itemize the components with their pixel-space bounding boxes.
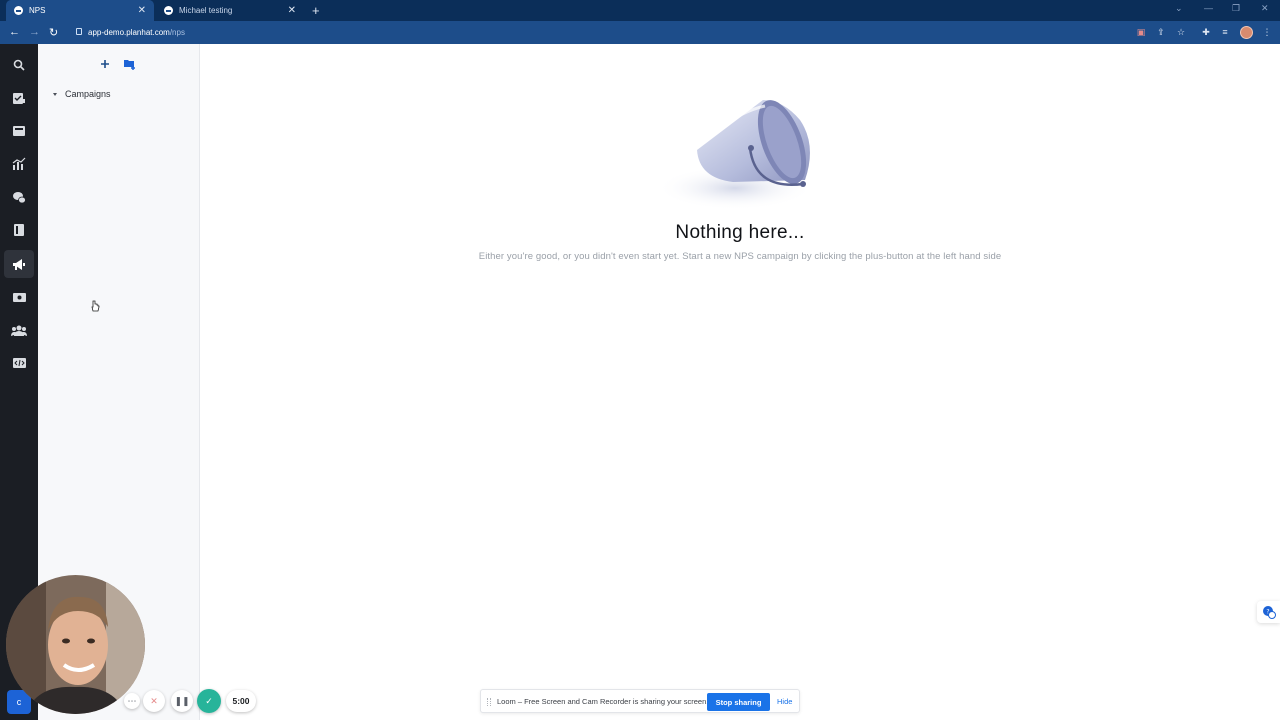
dev-icon[interactable] (11, 355, 27, 371)
share-icon[interactable]: ⇪ (1156, 27, 1166, 37)
close-tab-icon[interactable]: ✕ (138, 5, 146, 16)
browser-tab-nps[interactable]: NPS ✕ (6, 0, 154, 21)
inbox-icon[interactable] (11, 123, 27, 139)
webcam-bubble[interactable] (6, 575, 145, 714)
url-host: app-demo.planhat.com (88, 28, 170, 37)
profile-avatar[interactable] (1240, 26, 1253, 39)
add-campaign-button[interactable] (97, 56, 113, 72)
nps-megaphone-icon[interactable] (4, 250, 34, 278)
hide-button[interactable]: Hide (777, 697, 792, 706)
search-icon[interactable] (11, 57, 27, 73)
new-tab-icon[interactable]: + (312, 3, 320, 18)
loom-finish-button[interactable]: ✓ (197, 689, 221, 713)
browser-toolbar: ← → ↻ app-demo.planhat.com/nps ▣ ⇪ ☆ ✚ ≡… (0, 21, 1280, 44)
users-icon[interactable] (11, 322, 27, 338)
extensions-puzzle-icon[interactable]: ✚ (1201, 27, 1211, 37)
empty-state-title: Nothing here... (675, 222, 805, 243)
reading-list-icon[interactable]: ≡ (1220, 27, 1230, 37)
add-folder-button[interactable] (122, 56, 138, 72)
revenue-icon[interactable] (11, 289, 27, 305)
tab-search-icon[interactable]: ⌄ (1175, 3, 1183, 14)
screen-sharing-bar: Loom – Free Screen and Cam Recorder is s… (480, 689, 800, 713)
reload-icon[interactable]: ↻ (49, 26, 58, 39)
tab-title: NPS (29, 6, 46, 15)
caret-down-icon[interactable] (53, 92, 57, 96)
lock-icon[interactable] (76, 28, 82, 35)
hand-cursor-icon (90, 300, 100, 318)
analytics-icon[interactable] (11, 156, 27, 172)
browser-menu-icon[interactable]: ⋮ (1262, 27, 1272, 37)
conversations-icon[interactable] (11, 189, 27, 205)
address-bar[interactable]: app-demo.planhat.com/nps (88, 28, 185, 37)
sharing-notice: Loom – Free Screen and Cam Recorder is s… (497, 697, 709, 706)
campaigns-label: Campaigns (65, 89, 111, 99)
url-path: /nps (169, 28, 185, 37)
library-icon[interactable] (11, 222, 27, 238)
bookmark-star-icon[interactable]: ☆ (1176, 27, 1186, 37)
campaigns-folder[interactable]: Campaigns (53, 89, 111, 99)
main-content: Nothing here... Either you're good, or y… (200, 44, 1280, 720)
empty-bucket-illustration (655, 90, 830, 220)
help-chat-icon: ? (1262, 606, 1276, 619)
extension-icon[interactable]: ▣ (1136, 27, 1146, 37)
loom-more-button[interactable]: ⋯ (124, 693, 140, 709)
loom-pause-button[interactable]: ❚❚ (171, 690, 193, 712)
drag-handle-icon[interactable] (487, 698, 491, 706)
tab-title: Michael testing (179, 6, 233, 15)
forward-icon[interactable]: → (29, 26, 40, 38)
loom-timer: 5:00 (226, 690, 256, 712)
chat-launcher-label: c (16, 697, 22, 707)
help-chat-button[interactable]: ? (1257, 601, 1280, 623)
tasks-icon[interactable] (11, 90, 27, 106)
planhat-favicon-icon (14, 6, 23, 15)
loom-cancel-button[interactable]: ✕ (143, 690, 165, 712)
screen: NPS ✕ Michael testing ✕ + ⌄ — ❐ ✕ ← → ↻ … (0, 0, 1280, 720)
window-close-icon[interactable]: ✕ (1261, 3, 1269, 14)
svg-text:?: ? (1266, 609, 1269, 616)
close-tab-icon[interactable]: ✕ (288, 5, 296, 16)
restore-icon[interactable]: ❐ (1232, 3, 1240, 14)
minimize-icon[interactable]: — (1204, 3, 1213, 13)
planhat-favicon-icon (164, 6, 173, 15)
back-icon[interactable]: ← (9, 26, 20, 38)
empty-state-subtitle: Either you're good, or you didn't even s… (478, 251, 1002, 262)
browser-tabstrip: NPS ✕ Michael testing ✕ + ⌄ — ❐ ✕ (0, 0, 1280, 21)
browser-tab-michael-testing[interactable]: Michael testing ✕ (156, 0, 304, 21)
stop-sharing-button[interactable]: Stop sharing (707, 693, 770, 711)
